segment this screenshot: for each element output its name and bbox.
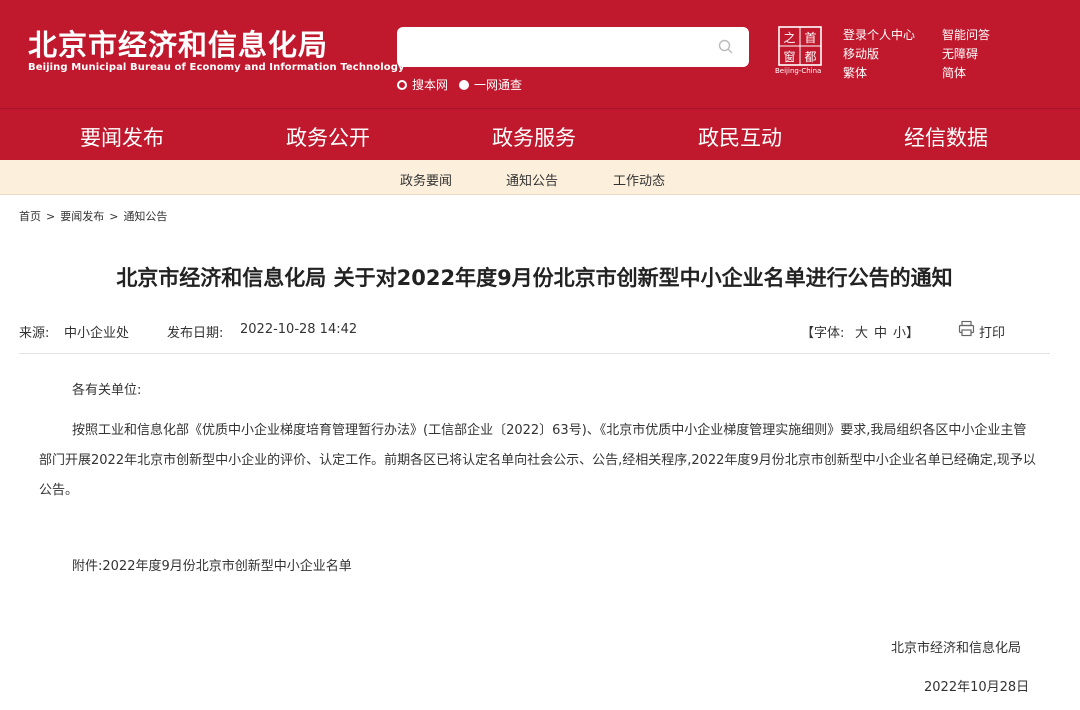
font-size-medium-button[interactable]: 中	[874, 322, 887, 341]
article-salutation: 各有关单位:	[72, 383, 142, 398]
article-title: 北京市经济和信息化局 关于对2022年度9月份北京市创新型中小企业名单进行公告的…	[116, 266, 953, 290]
source-value: 中小企业处	[64, 326, 130, 341]
radio-unselected-icon	[397, 79, 407, 90]
breadcrumb-home[interactable]: 首页	[19, 210, 41, 223]
search-scope-site-label: 搜本网	[412, 78, 449, 92]
publish-date-value: 2022-10-28 14:42	[240, 322, 358, 337]
meta-divider	[19, 353, 1050, 354]
breadcrumb-news[interactable]: 要闻发布	[60, 210, 104, 223]
nav-item-open-government[interactable]: 政务公开	[286, 122, 370, 152]
svg-text:之: 之	[783, 31, 795, 45]
capital-window-caption: Beijing-China	[775, 67, 822, 75]
breadcrumb-separator: >	[46, 210, 56, 223]
accessibility-link[interactable]: 无障碍	[942, 45, 978, 62]
breadcrumb-separator: >	[109, 210, 119, 223]
simplified-chinese-link[interactable]: 简体	[942, 64, 966, 81]
breadcrumb: 首页 > 要闻发布 > 通知公告	[19, 208, 167, 224]
radio-selected-icon	[459, 79, 469, 90]
traditional-chinese-link[interactable]: 繁体	[843, 64, 867, 81]
nav-item-interaction[interactable]: 政民互动	[698, 122, 782, 152]
source-label: 来源:	[19, 326, 50, 341]
svg-text:都: 都	[804, 50, 816, 64]
site-logo-title[interactable]: 北京市经济和信息化局	[28, 22, 328, 64]
font-size-label: 【字体:	[801, 326, 845, 341]
nav-item-news[interactable]: 要闻发布	[80, 122, 164, 164]
article-sign-date: 2022年10月28日	[924, 680, 1030, 695]
nav-item-data[interactable]: 经信数据	[904, 122, 988, 152]
search-input[interactable]	[397, 27, 749, 67]
printer-icon[interactable]	[958, 320, 975, 337]
subnav-item-notices[interactable]: 通知公告	[506, 170, 558, 189]
article-attachment[interactable]: 附件:2022年度9月份北京市创新型中小企业名单	[39, 552, 1039, 582]
site-header: 北京市经济和信息化局 Beijing Municipal Bureau of E…	[0, 0, 1080, 108]
publish-date-label: 发布日期:	[167, 326, 224, 341]
font-size-large-button[interactable]: 大	[855, 322, 868, 341]
nav-item-services[interactable]: 政务服务	[492, 122, 576, 152]
smart-qa-link[interactable]: 智能问答	[942, 26, 990, 43]
article-signature: 北京市经济和信息化局	[891, 641, 1022, 656]
main-nav: 要闻发布 政务公开 政务服务 政民互动 经信数据	[0, 108, 1080, 164]
article-body: 按照工业和信息化部《优质中小企业梯度培育管理暂行办法》(工信部企业〔2022〕6…	[39, 423, 1036, 498]
search-scope-site[interactable]: 搜本网	[397, 76, 448, 93]
print-button[interactable]: 打印	[979, 322, 1005, 341]
subnav-item-government-news[interactable]: 政务要闻	[400, 170, 452, 189]
subnav-item-work-updates[interactable]: 工作动态	[613, 170, 665, 189]
sub-nav: 政务要闻 通知公告 工作动态	[0, 160, 1080, 195]
search-icon[interactable]	[717, 38, 735, 56]
login-link[interactable]: 登录个人中心	[843, 26, 915, 43]
font-size-small-button[interactable]: 小】	[893, 322, 919, 341]
mobile-version-link[interactable]: 移动版	[843, 45, 879, 62]
svg-text:首: 首	[804, 31, 816, 45]
search-scope-all-label: 一网通查	[474, 78, 523, 92]
search-scope-all[interactable]: 一网通查	[459, 76, 522, 93]
breadcrumb-notices[interactable]: 通知公告	[123, 210, 167, 223]
svg-text:窗: 窗	[783, 50, 795, 64]
site-logo-subtitle: Beijing Municipal Bureau of Economy and …	[28, 62, 405, 73]
